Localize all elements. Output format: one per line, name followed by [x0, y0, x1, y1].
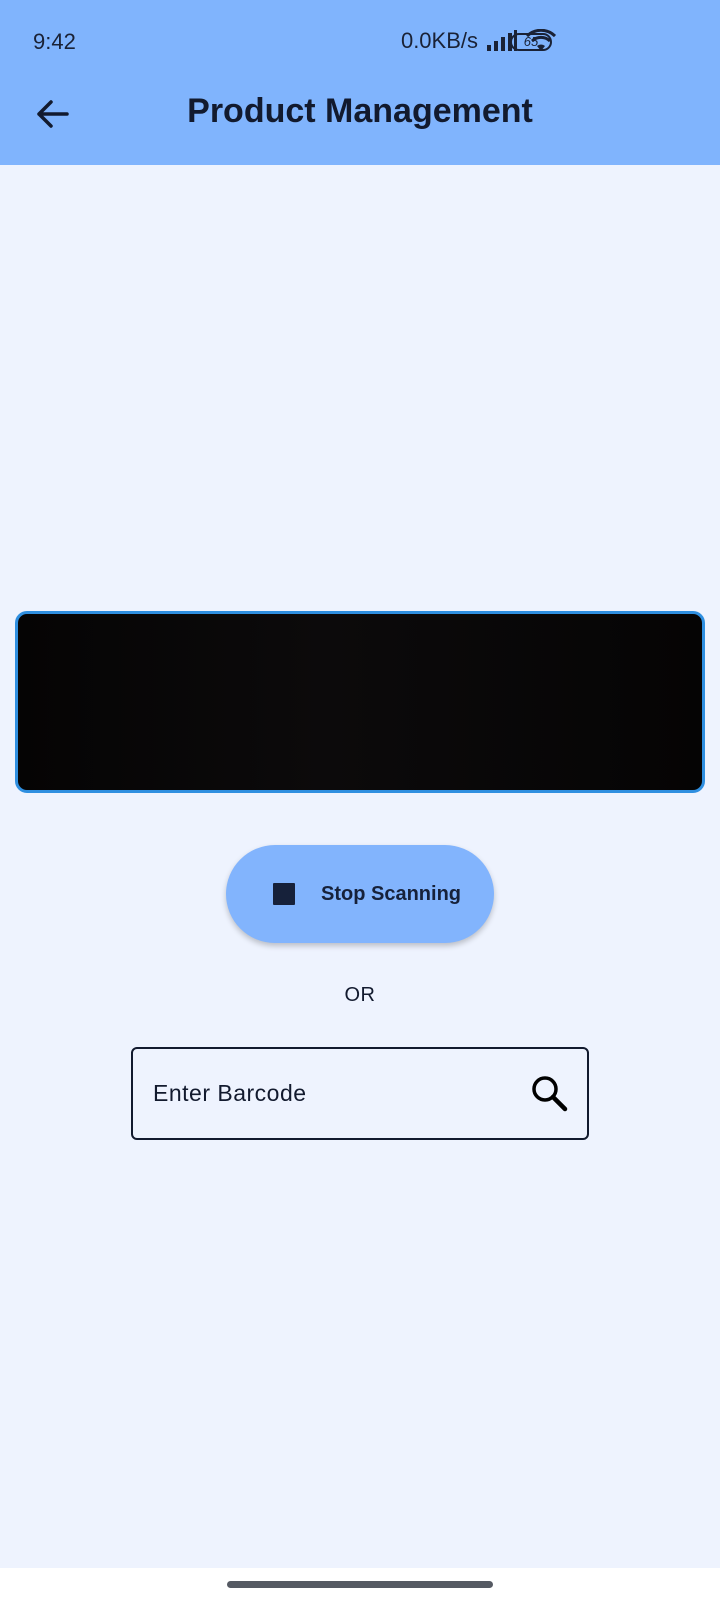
status-time: 9:42 [33, 29, 76, 54]
page-title: Product Management [187, 92, 533, 130]
stop-icon [273, 883, 295, 905]
stop-scanning-label: Stop Scanning [321, 882, 461, 905]
search-icon[interactable] [529, 1073, 569, 1113]
stop-scanning-button[interactable]: Stop Scanning [226, 845, 494, 943]
app-bar: 9:42 0.0KB/s 65 Product Management [0, 0, 720, 165]
home-indicator[interactable] [227, 1581, 493, 1588]
or-divider: OR [344, 984, 376, 1006]
barcode-scanner-view[interactable] [15, 611, 705, 793]
barcode-input[interactable] [153, 1049, 493, 1138]
barcode-field[interactable] [131, 1047, 589, 1140]
battery-icon: 65 [510, 33, 552, 51]
net-speed: 0.0KB/s [400, 28, 478, 53]
